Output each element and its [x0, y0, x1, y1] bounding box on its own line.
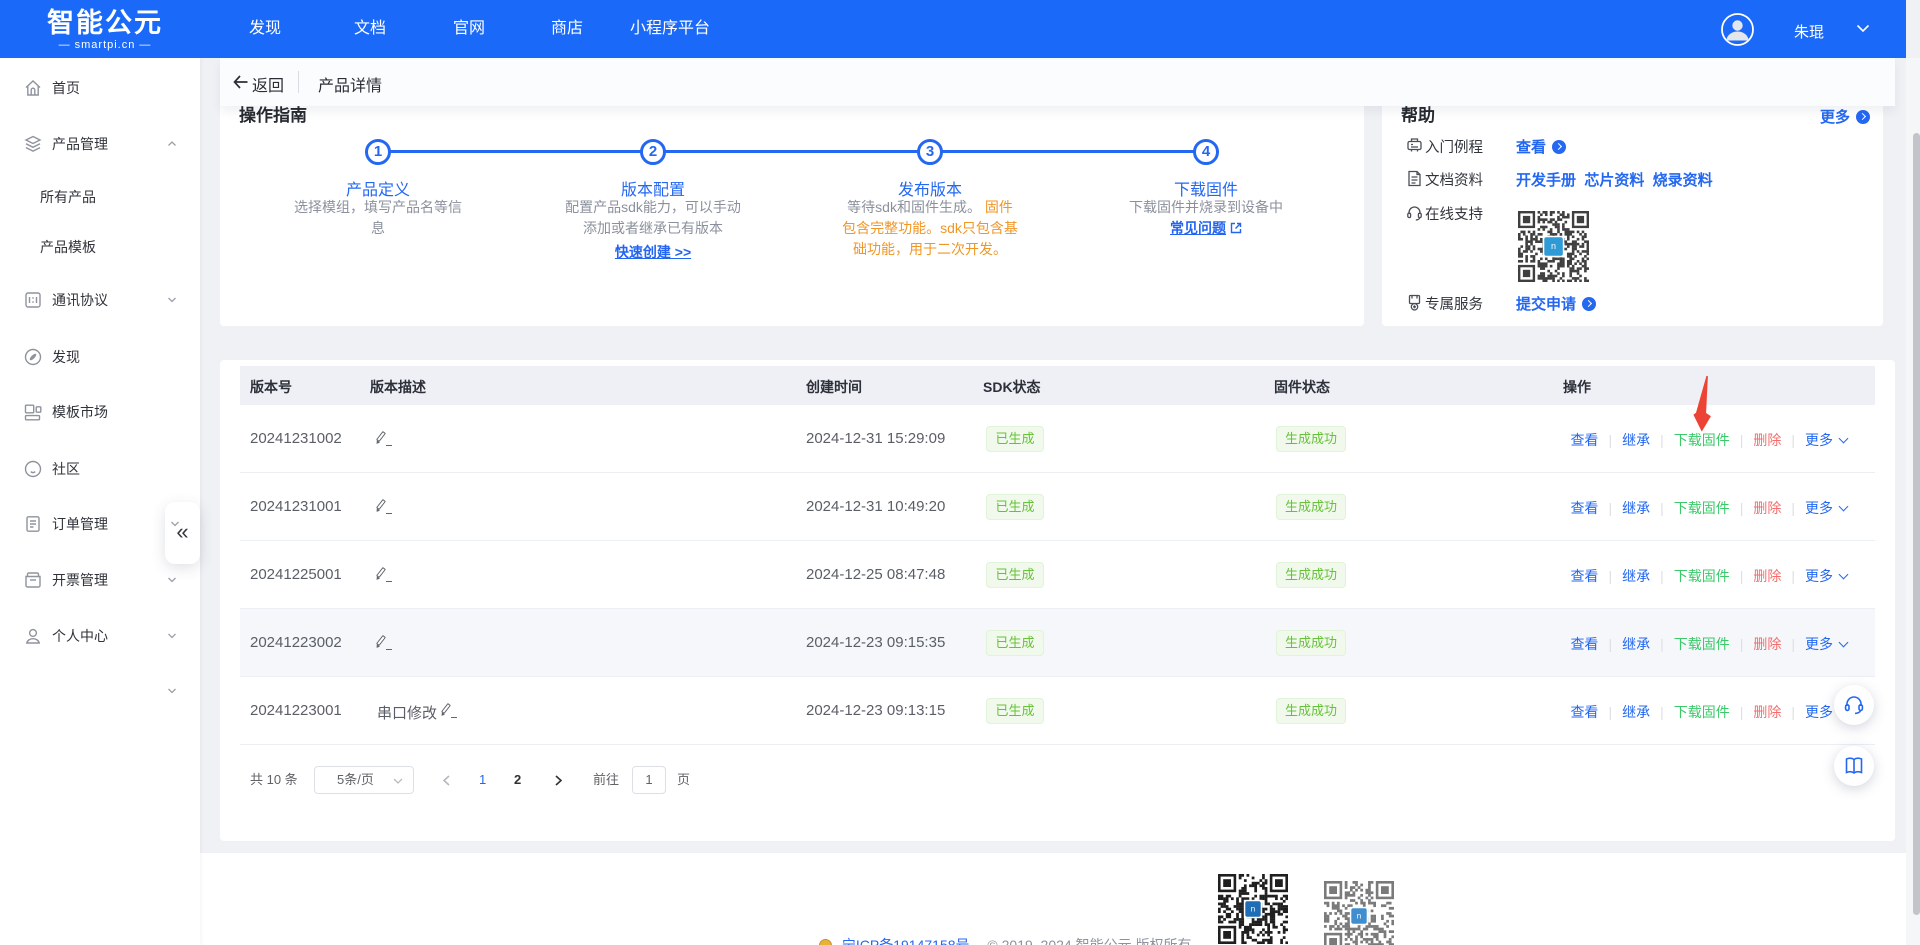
svg-text:n: n	[1357, 912, 1361, 921]
svg-text:n: n	[1551, 241, 1556, 251]
svg-text:n: n	[1251, 905, 1255, 914]
